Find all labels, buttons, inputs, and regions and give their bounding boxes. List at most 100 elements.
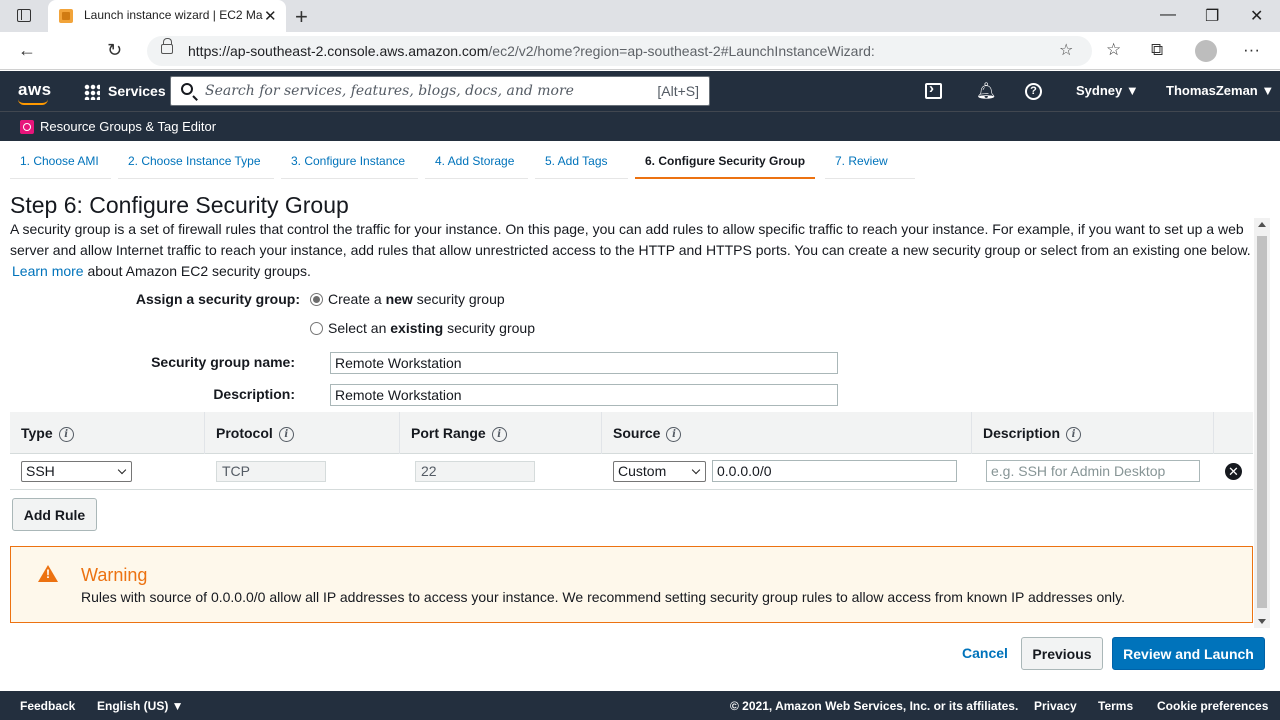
browser-address-bar: ← ↻ https://ap-southeast-2.console.aws.a… — [0, 32, 1280, 70]
col-source-label: Source — [613, 425, 661, 441]
col-source: Source i — [602, 412, 972, 454]
services-menu[interactable]: Services — [108, 83, 166, 99]
search-shortcut-hint: [Alt+S] — [657, 83, 699, 99]
col-port-range-label: Port Range — [411, 425, 486, 441]
col-description: Description i — [972, 412, 1214, 454]
terms-link[interactable]: Terms — [1098, 699, 1133, 713]
step-review[interactable]: 7. Review — [825, 154, 915, 179]
type-info-icon[interactable]: i — [58, 427, 74, 442]
favorites-icon[interactable]: ☆ — [1106, 40, 1121, 60]
new-tab-icon[interactable]: + — [295, 4, 308, 30]
col-type-label: Type — [21, 425, 53, 441]
account-menu[interactable]: ThomasZeman ▼ — [1166, 83, 1274, 98]
cancel-button[interactable]: Cancel — [962, 645, 1008, 661]
learn-more-suffix: about Amazon EC2 security groups. — [83, 263, 311, 279]
security-group-name-input[interactable] — [330, 352, 838, 374]
source-info-icon[interactable]: i — [666, 427, 682, 442]
scroll-up-icon[interactable] — [1258, 222, 1266, 227]
protocol-info-icon[interactable]: i — [278, 427, 294, 442]
description-input[interactable] — [330, 384, 838, 406]
language-selector[interactable]: English (US) ▼ — [97, 699, 184, 713]
security-group-name-label: Security group name: — [151, 354, 295, 370]
collections-icon[interactable]: ⧉ — [1151, 40, 1163, 60]
rules-table-header: Type i Protocol i Port Range i Source i Desc… — [10, 412, 1253, 454]
tab-close-icon[interactable]: ✕ — [264, 7, 277, 25]
copyright: © 2021, Amazon Web Services, Inc. or its… — [730, 699, 1019, 713]
rule-source-select[interactable]: Custom — [613, 461, 706, 482]
tab-title: Launch instance wizard | EC2 Ma — [84, 8, 263, 22]
notifications-bell-icon[interactable]: 🔔︎ — [976, 81, 996, 101]
aws-logo-smile — [18, 99, 48, 105]
table-row: SSH TCP 22 Custom ✕ — [10, 454, 1253, 490]
search-box[interactable]: [Alt+S] — [170, 76, 710, 106]
rule-description-input[interactable] — [986, 460, 1200, 482]
search-input[interactable] — [205, 77, 625, 105]
resource-groups-icon — [20, 120, 34, 134]
rule-type-select[interactable]: SSH — [21, 461, 132, 482]
learn-more-link[interactable]: Learn more — [12, 263, 84, 279]
col-protocol: Protocol i — [205, 412, 400, 454]
url-field[interactable]: https://ap-southeast-2.console.aws.amazo… — [147, 36, 1092, 66]
url-path: /ec2/v2/home?region=ap-southeast-2#Launc… — [488, 43, 875, 59]
intro-paragraph: A security group is a set of firewall ru… — [10, 221, 1251, 258]
aws-logo[interactable]: aws — [18, 80, 52, 100]
services-grid-icon[interactable] — [84, 84, 100, 100]
description-label: Description: — [213, 386, 295, 402]
add-favorite-icon[interactable]: ☆ — [1059, 40, 1073, 60]
browser-tab-bar: Launch instance wizard | EC2 Ma ✕ + — ❐ … — [0, 0, 1280, 32]
option-create-new[interactable]: Create a new security group — [310, 291, 505, 307]
warning-icon — [38, 565, 58, 582]
privacy-link[interactable]: Privacy — [1034, 699, 1077, 713]
port-range-info-icon[interactable]: i — [491, 427, 507, 442]
url-host: https://ap-southeast-2.console.aws.amazo… — [188, 43, 489, 59]
cookie-preferences-link[interactable]: Cookie preferences — [1157, 699, 1268, 713]
intro-text: A security group is a set of firewall ru… — [10, 219, 1255, 282]
previous-button[interactable]: Previous — [1021, 637, 1103, 670]
step-add-tags[interactable]: 5. Add Tags — [535, 154, 628, 179]
rule-source-cidr-input[interactable] — [712, 460, 957, 482]
resource-groups-bar: Resource Groups & Tag Editor — [0, 111, 1280, 141]
step-choose-instance-type[interactable]: 2. Choose Instance Type — [118, 154, 274, 179]
warning-text: Rules with source of 0.0.0.0/0 allow all… — [81, 589, 1126, 605]
tab-actions-icon[interactable] — [17, 9, 31, 22]
radio-create-new[interactable] — [310, 292, 323, 306]
restore-icon[interactable]: ❐ — [1205, 6, 1219, 26]
scroll-down-icon[interactable] — [1258, 619, 1266, 624]
lock-icon — [161, 38, 173, 54]
col-type: Type i — [10, 412, 205, 454]
assign-security-group-label: Assign a security group: — [135, 291, 300, 307]
window-close-icon[interactable]: ✕ — [1250, 6, 1263, 26]
footer: Feedback English (US) ▼ © 2021, Amazon W… — [0, 691, 1280, 720]
region-selector[interactable]: Sydney ▼ — [1076, 83, 1139, 98]
resource-groups-link[interactable]: Resource Groups & Tag Editor — [40, 119, 216, 134]
option-new-bold: new — [385, 291, 413, 307]
col-port-range: Port Range i — [400, 412, 602, 454]
option-existing-text: Select an — [328, 320, 387, 336]
warning-title: Warning — [81, 565, 148, 585]
add-rule-button[interactable]: Add Rule — [12, 498, 97, 531]
page-title: Step 6: Configure Security Group — [10, 192, 349, 218]
ec2-favicon-icon — [59, 9, 73, 23]
review-and-launch-button[interactable]: Review and Launch — [1112, 637, 1265, 670]
step-choose-ami[interactable]: 1. Choose AMI — [10, 154, 111, 179]
cloudshell-icon[interactable] — [925, 80, 942, 99]
step-configure-instance[interactable]: 3. Configure Instance — [281, 154, 418, 179]
search-icon — [181, 83, 193, 95]
more-menu-icon[interactable]: ··· — [1243, 40, 1260, 60]
page-scrollbar[interactable] — [1254, 218, 1270, 628]
back-icon[interactable]: ← — [18, 40, 36, 61]
radio-select-existing[interactable] — [310, 321, 323, 335]
remove-rule-icon[interactable]: ✕ — [1225, 463, 1242, 480]
scroll-thumb[interactable] — [1257, 236, 1267, 608]
step-configure-security-group[interactable]: 6. Configure Security Group — [635, 154, 815, 179]
description-info-icon[interactable]: i — [1066, 427, 1082, 442]
help-icon[interactable]: ? — [1025, 83, 1042, 100]
step-add-storage[interactable]: 4. Add Storage — [425, 154, 528, 179]
profile-avatar[interactable] — [1195, 40, 1217, 62]
rule-protocol-field: TCP — [216, 461, 326, 482]
browser-tab[interactable]: Launch instance wizard | EC2 Ma ✕ — [48, 0, 286, 32]
refresh-icon[interactable]: ↻ — [107, 40, 122, 61]
feedback-link[interactable]: Feedback — [20, 699, 75, 713]
minimize-icon[interactable]: — — [1160, 6, 1176, 24]
option-select-existing[interactable]: Select an existing security group — [310, 320, 535, 336]
